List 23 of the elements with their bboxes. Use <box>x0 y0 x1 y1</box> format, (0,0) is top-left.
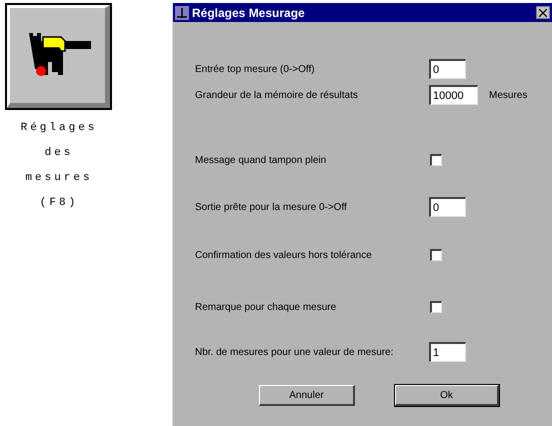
setting-label: Sortie prête pour la mesure 0->Off <box>194 200 348 214</box>
button-caption: Réglages des mesures (F8) <box>20 121 98 211</box>
checkbox[interactable] <box>430 154 442 166</box>
app-icon <box>175 6 189 20</box>
setting-label: Entrée top mesure (0->Off) <box>194 62 316 76</box>
number-field[interactable]: 1 <box>429 342 466 362</box>
unit-label: Mesures <box>489 88 528 102</box>
window-title: Réglages Mesurage <box>192 4 305 22</box>
close-icon <box>539 8 547 16</box>
dialog-button[interactable]: Ok <box>395 385 499 406</box>
setting-label: Grandeur de la mémoire de résultats <box>194 88 359 102</box>
setting-label: Remarque pour chaque mesure <box>194 300 338 314</box>
close-button[interactable] <box>536 6 550 19</box>
setting-label: Message quand tampon plein <box>194 154 328 168</box>
number-field[interactable]: 0 <box>429 59 466 79</box>
dialog-button[interactable]: Annuler <box>259 385 355 406</box>
setting-label: Confirmation des valeurs hors tolérance <box>194 248 373 262</box>
number-field[interactable]: 0 <box>429 197 466 217</box>
checkbox[interactable] <box>430 301 442 313</box>
number-field[interactable]: 10000 <box>429 85 478 105</box>
checkbox[interactable] <box>430 249 442 261</box>
measurement-settings-button[interactable] <box>5 3 112 110</box>
setting-label: Nbr. de mesures pour une valeur de mesure: <box>194 346 394 360</box>
